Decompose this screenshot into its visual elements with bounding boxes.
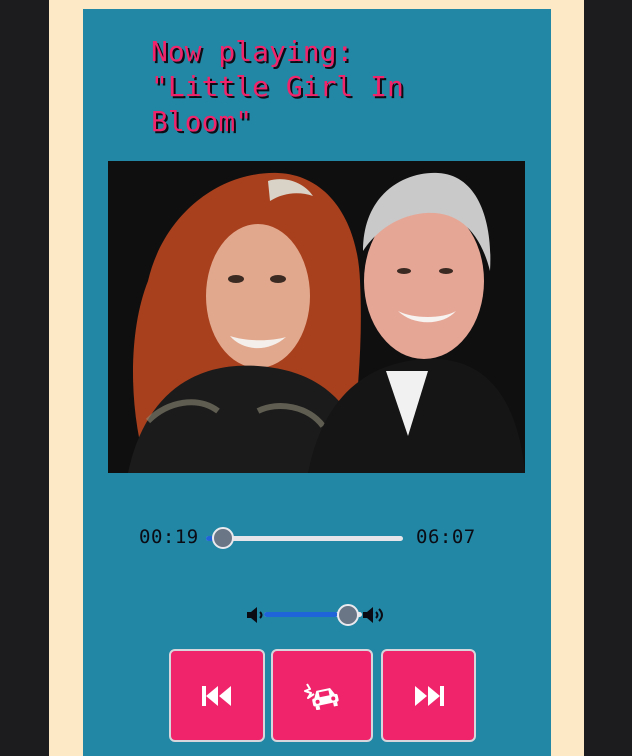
now-playing-title: Now playing: "Little Girl In Bloom" — [151, 35, 404, 138]
previous-track-button[interactable] — [169, 649, 265, 742]
skip-back-icon — [202, 685, 231, 706]
volume-high-icon-graphic — [363, 607, 383, 623]
next-track-button[interactable] — [381, 649, 476, 742]
album-art-image — [108, 161, 525, 473]
car-crash-button[interactable] — [271, 649, 373, 742]
volume-fill — [264, 612, 338, 617]
car-crash-icon — [304, 682, 339, 710]
track-duration: 06:07 — [416, 526, 476, 548]
volume-high-icon[interactable] — [362, 604, 386, 626]
volume-slider-thumb[interactable] — [337, 604, 359, 626]
progress-slider-thumb[interactable] — [212, 527, 234, 549]
skip-forward-icon — [414, 685, 444, 706]
album-art-illustration — [108, 161, 525, 473]
progress-slider[interactable] — [206, 536, 403, 541]
current-time: 00:19 — [139, 526, 199, 548]
volume-low-icon-graphic — [247, 607, 263, 623]
